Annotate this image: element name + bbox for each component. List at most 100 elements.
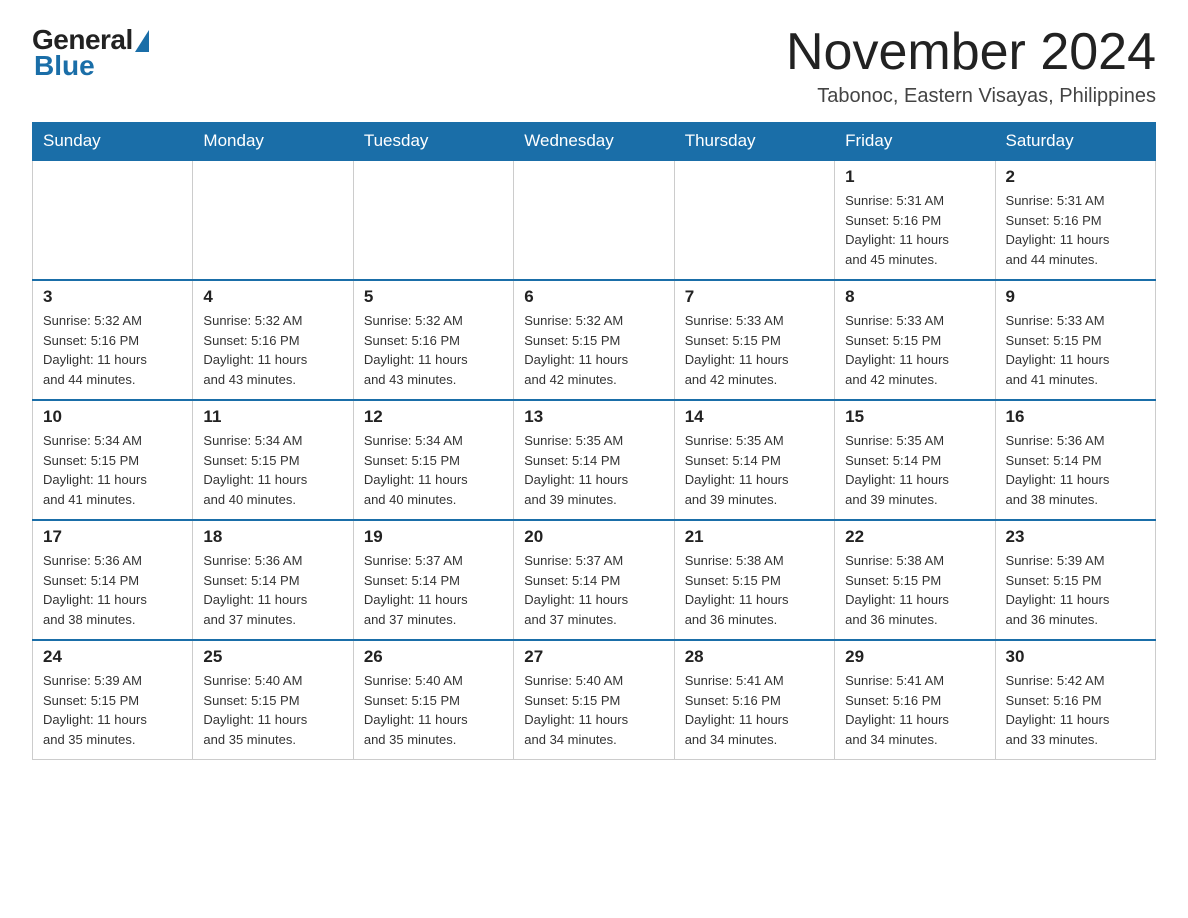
day-cell: 9 Sunrise: 5:33 AMSunset: 5:15 PMDaylight… xyxy=(995,280,1155,400)
day-info: Sunrise: 5:32 AMSunset: 5:16 PMDaylight:… xyxy=(43,311,182,389)
day-number: 2 xyxy=(1006,167,1145,187)
day-cell xyxy=(33,160,193,280)
day-cell: 2 Sunrise: 5:31 AMSunset: 5:16 PMDaylight… xyxy=(995,160,1155,280)
day-info: Sunrise: 5:38 AMSunset: 5:15 PMDaylight:… xyxy=(845,551,984,629)
weekday-header-sunday: Sunday xyxy=(33,123,193,161)
day-cell: 4Sunrise: 5:32 AMSunset: 5:16 PMDaylight… xyxy=(193,280,353,400)
day-info: Sunrise: 5:40 AMSunset: 5:15 PMDaylight:… xyxy=(524,671,663,749)
day-number: 1 xyxy=(845,167,984,187)
day-cell xyxy=(353,160,513,280)
day-number: 28 xyxy=(685,647,824,667)
day-number: 7 xyxy=(685,287,824,307)
week-row-5: 24Sunrise: 5:39 AMSunset: 5:15 PMDayligh… xyxy=(33,640,1156,760)
day-cell: 10 Sunrise: 5:34 AMSunset: 5:15 PMDayligh… xyxy=(33,400,193,520)
week-row-1: 1 Sunrise: 5:31 AMSunset: 5:16 PMDaylight… xyxy=(33,160,1156,280)
day-info: Sunrise: 5:31 AMSunset: 5:16 PMDaylight:… xyxy=(845,191,984,269)
day-number: 16 xyxy=(1006,407,1145,427)
day-info: Sunrise: 5:40 AMSunset: 5:15 PMDaylight:… xyxy=(203,671,342,749)
day-number: 5 xyxy=(364,287,503,307)
day-cell: 5 Sunrise: 5:32 AMSunset: 5:16 PMDaylight… xyxy=(353,280,513,400)
week-row-3: 10 Sunrise: 5:34 AMSunset: 5:15 PMDayligh… xyxy=(33,400,1156,520)
day-info: Sunrise: 5:42 AMSunset: 5:16 PMDaylight:… xyxy=(1006,671,1145,749)
day-cell: 17 Sunrise: 5:36 AMSunset: 5:14 PMDayligh… xyxy=(33,520,193,640)
day-number: 20 xyxy=(524,527,663,547)
weekday-header-friday: Friday xyxy=(835,123,995,161)
day-info: Sunrise: 5:33 AMSunset: 5:15 PMDaylight:… xyxy=(1006,311,1145,389)
day-number: 27 xyxy=(524,647,663,667)
day-number: 4 xyxy=(203,287,342,307)
day-cell: 16Sunrise: 5:36 AMSunset: 5:14 PMDayligh… xyxy=(995,400,1155,520)
day-number: 22 xyxy=(845,527,984,547)
day-info: Sunrise: 5:32 AMSunset: 5:16 PMDaylight:… xyxy=(364,311,503,389)
day-number: 17 xyxy=(43,527,182,547)
day-number: 15 xyxy=(845,407,984,427)
day-number: 13 xyxy=(524,407,663,427)
logo-triangle-icon xyxy=(135,30,149,52)
weekday-header-tuesday: Tuesday xyxy=(353,123,513,161)
day-cell: 27 Sunrise: 5:40 AMSunset: 5:15 PMDayligh… xyxy=(514,640,674,760)
day-cell: 7Sunrise: 5:33 AMSunset: 5:15 PMDaylight… xyxy=(674,280,834,400)
day-number: 9 xyxy=(1006,287,1145,307)
day-cell: 26Sunrise: 5:40 AMSunset: 5:15 PMDayligh… xyxy=(353,640,513,760)
day-cell: 23 Sunrise: 5:39 AMSunset: 5:15 PMDayligh… xyxy=(995,520,1155,640)
day-info: Sunrise: 5:35 AMSunset: 5:14 PMDaylight:… xyxy=(845,431,984,509)
day-cell xyxy=(514,160,674,280)
day-info: Sunrise: 5:41 AMSunset: 5:16 PMDaylight:… xyxy=(685,671,824,749)
day-info: Sunrise: 5:36 AMSunset: 5:14 PMDaylight:… xyxy=(203,551,342,629)
day-info: Sunrise: 5:33 AMSunset: 5:15 PMDaylight:… xyxy=(845,311,984,389)
day-number: 12 xyxy=(364,407,503,427)
day-cell: 12 Sunrise: 5:34 AMSunset: 5:15 PMDayligh… xyxy=(353,400,513,520)
weekday-header-wednesday: Wednesday xyxy=(514,123,674,161)
header: General Blue November 2024 Tabonoc, East… xyxy=(32,24,1156,108)
day-info: Sunrise: 5:38 AMSunset: 5:15 PMDaylight:… xyxy=(685,551,824,629)
day-cell: 29 Sunrise: 5:41 AMSunset: 5:16 PMDayligh… xyxy=(835,640,995,760)
day-cell: 18 Sunrise: 5:36 AMSunset: 5:14 PMDayligh… xyxy=(193,520,353,640)
day-cell: 11Sunrise: 5:34 AMSunset: 5:15 PMDayligh… xyxy=(193,400,353,520)
day-cell: 14 Sunrise: 5:35 AMSunset: 5:14 PMDayligh… xyxy=(674,400,834,520)
day-info: Sunrise: 5:36 AMSunset: 5:14 PMDaylight:… xyxy=(43,551,182,629)
day-cell: 6Sunrise: 5:32 AMSunset: 5:15 PMDaylight… xyxy=(514,280,674,400)
day-info: Sunrise: 5:37 AMSunset: 5:14 PMDaylight:… xyxy=(364,551,503,629)
day-cell: 19 Sunrise: 5:37 AMSunset: 5:14 PMDayligh… xyxy=(353,520,513,640)
day-cell: 15 Sunrise: 5:35 AMSunset: 5:14 PMDayligh… xyxy=(835,400,995,520)
day-number: 14 xyxy=(685,407,824,427)
day-cell: 3 Sunrise: 5:32 AMSunset: 5:16 PMDaylight… xyxy=(33,280,193,400)
day-number: 25 xyxy=(203,647,342,667)
day-info: Sunrise: 5:31 AMSunset: 5:16 PMDaylight:… xyxy=(1006,191,1145,269)
weekday-header-monday: Monday xyxy=(193,123,353,161)
day-cell: 20 Sunrise: 5:37 AMSunset: 5:14 PMDayligh… xyxy=(514,520,674,640)
weekday-header-saturday: Saturday xyxy=(995,123,1155,161)
title-block: November 2024 Tabonoc, Eastern Visayas, … xyxy=(786,24,1156,108)
weekday-header-row: SundayMondayTuesdayWednesdayThursdayFrid… xyxy=(33,123,1156,161)
day-info: Sunrise: 5:37 AMSunset: 5:14 PMDaylight:… xyxy=(524,551,663,629)
day-number: 21 xyxy=(685,527,824,547)
week-row-4: 17 Sunrise: 5:36 AMSunset: 5:14 PMDayligh… xyxy=(33,520,1156,640)
day-info: Sunrise: 5:35 AMSunset: 5:14 PMDaylight:… xyxy=(524,431,663,509)
day-number: 23 xyxy=(1006,527,1145,547)
day-info: Sunrise: 5:35 AMSunset: 5:14 PMDaylight:… xyxy=(685,431,824,509)
day-cell: 8 Sunrise: 5:33 AMSunset: 5:15 PMDaylight… xyxy=(835,280,995,400)
day-number: 26 xyxy=(364,647,503,667)
day-number: 18 xyxy=(203,527,342,547)
week-row-2: 3 Sunrise: 5:32 AMSunset: 5:16 PMDaylight… xyxy=(33,280,1156,400)
day-number: 29 xyxy=(845,647,984,667)
day-number: 11 xyxy=(203,407,342,427)
day-info: Sunrise: 5:41 AMSunset: 5:16 PMDaylight:… xyxy=(845,671,984,749)
day-info: Sunrise: 5:39 AMSunset: 5:15 PMDaylight:… xyxy=(43,671,182,749)
calendar-table: SundayMondayTuesdayWednesdayThursdayFrid… xyxy=(32,122,1156,760)
day-number: 10 xyxy=(43,407,182,427)
day-info: Sunrise: 5:34 AMSunset: 5:15 PMDaylight:… xyxy=(364,431,503,509)
day-number: 3 xyxy=(43,287,182,307)
day-number: 30 xyxy=(1006,647,1145,667)
day-cell: 21 Sunrise: 5:38 AMSunset: 5:15 PMDayligh… xyxy=(674,520,834,640)
day-info: Sunrise: 5:34 AMSunset: 5:15 PMDaylight:… xyxy=(43,431,182,509)
day-cell: 24Sunrise: 5:39 AMSunset: 5:15 PMDayligh… xyxy=(33,640,193,760)
day-cell: 13 Sunrise: 5:35 AMSunset: 5:14 PMDayligh… xyxy=(514,400,674,520)
day-cell: 28 Sunrise: 5:41 AMSunset: 5:16 PMDayligh… xyxy=(674,640,834,760)
day-info: Sunrise: 5:39 AMSunset: 5:15 PMDaylight:… xyxy=(1006,551,1145,629)
day-number: 8 xyxy=(845,287,984,307)
location-title: Tabonoc, Eastern Visayas, Philippines xyxy=(786,85,1156,108)
day-number: 19 xyxy=(364,527,503,547)
day-cell: 25 Sunrise: 5:40 AMSunset: 5:15 PMDayligh… xyxy=(193,640,353,760)
day-number: 6 xyxy=(524,287,663,307)
